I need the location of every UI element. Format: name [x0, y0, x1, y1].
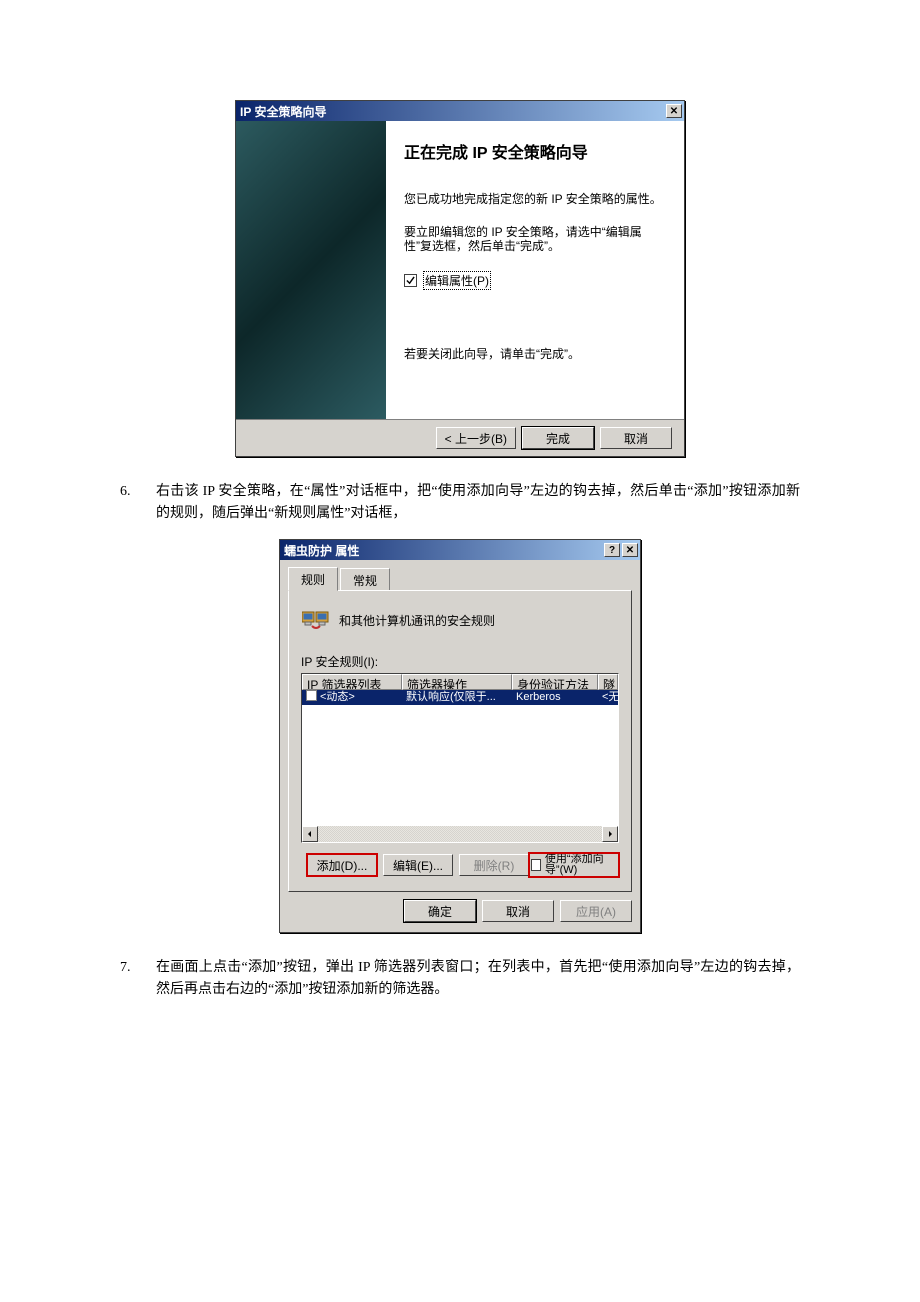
scroll-right-icon[interactable]: [602, 826, 618, 842]
wizard-body: 正在完成 IP 安全策略向导 您已成功地完成指定您的新 IP 安全策略的属性。 …: [236, 121, 684, 419]
edit-properties-label: 编辑属性(P): [423, 271, 491, 290]
ip-security-rules-list[interactable]: IP 筛选器列表 筛选器操作 身份验证方法 隧 <动态> 默认响应(仅限于...…: [301, 673, 619, 843]
finish-button[interactable]: 完成: [522, 427, 594, 449]
list-horizontal-scrollbar[interactable]: [302, 826, 618, 842]
rules-list-label: IP 安全规则(I):: [301, 653, 619, 670]
panel-heading-text: 和其他计算机通讯的安全规则: [339, 612, 495, 629]
row-filter-list-text: <动态>: [320, 691, 355, 703]
list-header: IP 筛选器列表 筛选器操作 身份验证方法 隧: [302, 674, 618, 690]
wizard-sidebar-image: [236, 121, 386, 419]
policy-properties-dialog: 蠕虫防护 属性 ? ✕ 规则 常规: [279, 539, 641, 933]
wizard-footer: < 上一步(B) 完成 取消: [236, 419, 684, 456]
back-button[interactable]: < 上一步(B): [436, 427, 516, 449]
row-tunnel: <无: [598, 690, 618, 705]
rule-buttons-row: 添加(D)... 编辑(E)... 删除(R) 使用“添加向导”(W): [301, 853, 619, 877]
props-footer: 确定 取消 应用(A): [280, 900, 640, 932]
network-computers-icon: [301, 607, 331, 633]
step-text: 在画面上点击“添加”按钮，弹出 IP 筛选器列表窗口；在列表中，首先把“使用添加…: [156, 957, 800, 1001]
table-row[interactable]: <动态> 默认响应(仅限于... Kerberos <无: [302, 690, 618, 705]
panel-heading-row: 和其他计算机通讯的安全规则: [301, 607, 619, 633]
doc-step-7: 7. 在画面上点击“添加”按钮，弹出 IP 筛选器列表窗口；在列表中，首先把“使…: [120, 957, 800, 1001]
props-tabs: 规则 常规: [280, 560, 640, 590]
wizard-close-hint: 若要关闭此向导，请单击“完成”。: [404, 346, 666, 362]
ok-button[interactable]: 确定: [404, 900, 476, 922]
col-filter-list[interactable]: IP 筛选器列表: [302, 674, 402, 690]
row-checkbox-icon[interactable]: [306, 690, 317, 701]
step-text: 右击该 IP 安全策略，在“属性”对话框中，把“使用添加向导”左边的钩去掉，然后…: [156, 481, 800, 525]
use-add-wizard-checkbox[interactable]: 使用“添加向导”(W): [529, 853, 619, 877]
help-icon[interactable]: ?: [604, 543, 620, 557]
wizard-titlebar: IP 安全策略向导 ✕: [236, 101, 684, 121]
cancel-button[interactable]: 取消: [482, 900, 554, 922]
close-icon[interactable]: ✕: [622, 543, 638, 557]
col-tunnel[interactable]: 隧: [598, 674, 618, 690]
step-number: 7.: [120, 957, 156, 1001]
rules-tab-panel: 和其他计算机通讯的安全规则 IP 安全规则(I): IP 筛选器列表 筛选器操作…: [288, 590, 632, 892]
edit-properties-checkbox[interactable]: 编辑属性(P): [404, 271, 666, 290]
apply-button: 应用(A): [560, 900, 632, 922]
remove-button: 删除(R): [459, 854, 529, 876]
checkbox-checked-icon: [404, 274, 417, 287]
scroll-left-icon[interactable]: [302, 826, 318, 842]
use-add-wizard-label: 使用“添加向导”(W): [545, 854, 617, 876]
wizard-heading: 正在完成 IP 安全策略向导: [404, 139, 666, 163]
wizard-success-text: 您已成功地完成指定您的新 IP 安全策略的属性。: [404, 191, 666, 207]
scrollbar-track[interactable]: [318, 826, 602, 842]
col-filter-action[interactable]: 筛选器操作: [402, 674, 512, 690]
list-body: <动态> 默认响应(仅限于... Kerberos <无: [302, 690, 618, 826]
row-filter-list: <动态>: [302, 690, 402, 705]
close-icon[interactable]: ✕: [666, 104, 682, 118]
wizard-title-text: IP 安全策略向导: [240, 103, 664, 120]
col-auth-method[interactable]: 身份验证方法: [512, 674, 598, 690]
checkbox-unchecked-icon: [531, 859, 541, 871]
doc-step-6: 6. 右击该 IP 安全策略，在“属性”对话框中，把“使用添加向导”左边的钩去掉…: [120, 481, 800, 525]
props-titlebar: 蠕虫防护 属性 ? ✕: [280, 540, 640, 560]
edit-button[interactable]: 编辑(E)...: [383, 854, 453, 876]
row-auth-method: Kerberos: [512, 690, 598, 705]
ip-security-wizard-dialog: IP 安全策略向导 ✕ 正在完成 IP 安全策略向导 您已成功地完成指定您的新 …: [235, 100, 685, 457]
tab-rules[interactable]: 规则: [288, 567, 338, 591]
props-title-text: 蠕虫防护 属性: [284, 542, 602, 559]
wizard-edit-hint: 要立即编辑您的 IP 安全策略，请选中“编辑属性”复选框，然后单击“完成”。: [404, 225, 666, 253]
tab-general[interactable]: 常规: [340, 568, 390, 592]
wizard-main-panel: 正在完成 IP 安全策略向导 您已成功地完成指定您的新 IP 安全策略的属性。 …: [386, 121, 684, 419]
step-number: 6.: [120, 481, 156, 525]
row-filter-action: 默认响应(仅限于...: [402, 690, 512, 705]
cancel-button[interactable]: 取消: [600, 427, 672, 449]
add-button[interactable]: 添加(D)...: [307, 854, 377, 876]
